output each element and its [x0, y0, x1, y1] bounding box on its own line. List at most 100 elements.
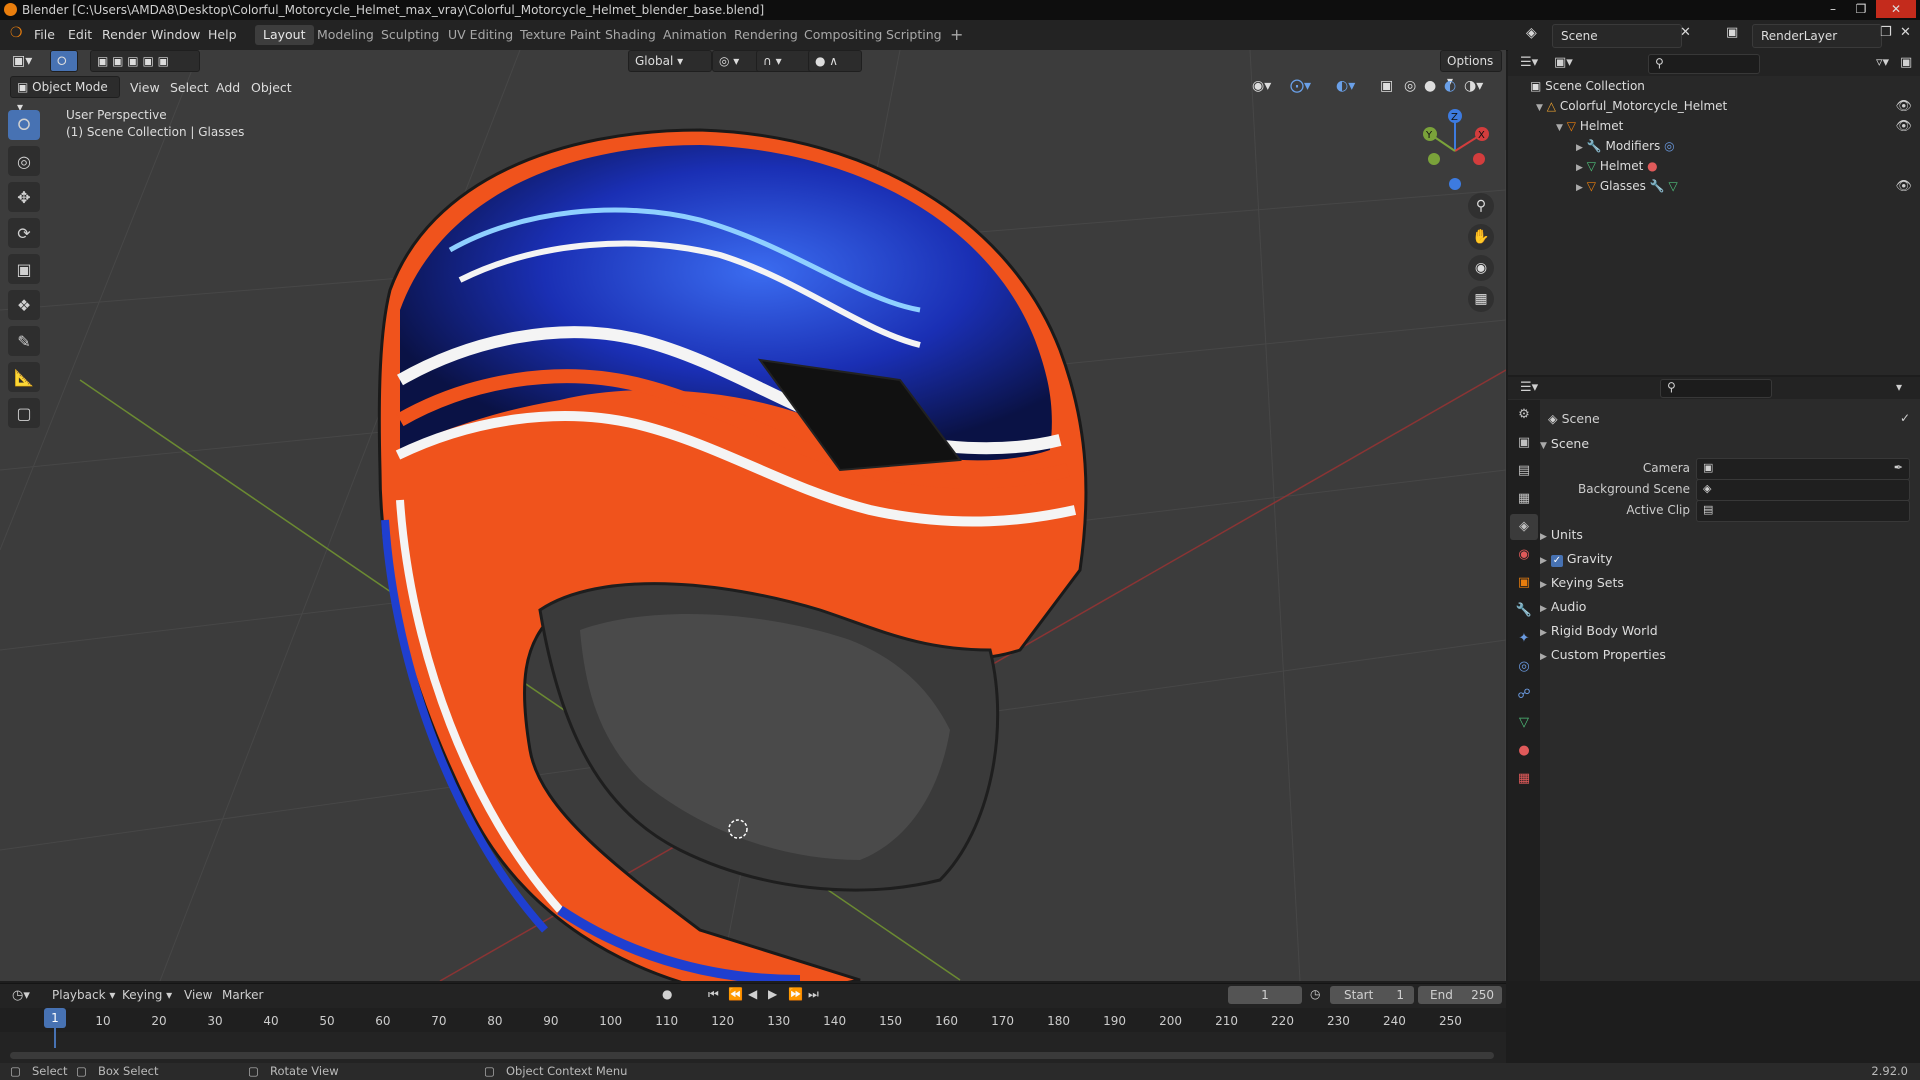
shading-wireframe-icon[interactable]: ◎	[1404, 78, 1416, 94]
blender-menu-icon[interactable]: ❍	[10, 25, 23, 41]
visibility-eye-icon[interactable]: 👁	[1895, 179, 1912, 194]
viewport-menu-select[interactable]: Select	[170, 80, 209, 95]
timeline-menu-marker[interactable]: Marker	[222, 988, 263, 1002]
object-tab-icon[interactable]: ▣	[1510, 570, 1538, 596]
timeline-editor-type-icon[interactable]: ◷▾	[12, 988, 30, 1003]
outliner-item-glasses[interactable]: ▶ ▽ Glasses 🔧 ▽	[1576, 179, 1678, 193]
object-data-tab-icon[interactable]: ▽	[1510, 710, 1538, 736]
output-properties-tab-icon[interactable]: ▤	[1510, 458, 1538, 484]
shading-rendered-icon[interactable]: ◑▾	[1464, 78, 1483, 94]
properties-editor-type-icon[interactable]: ☰▾	[1520, 380, 1538, 395]
pin-icon[interactable]: ✓	[1900, 411, 1910, 425]
start-frame-field[interactable]: Start 1	[1330, 986, 1414, 1004]
viewport-menu-object[interactable]: Object	[251, 80, 292, 95]
outliner-editor-type-icon[interactable]: ☰▾	[1520, 55, 1538, 70]
menu-render[interactable]: Render	[102, 27, 147, 42]
transform-tool-icon[interactable]: ❖	[8, 290, 40, 320]
modifier-tab-icon[interactable]: 🔧	[1510, 598, 1538, 624]
editor-type-icon[interactable]: ▣▾	[12, 53, 32, 69]
panel-units[interactable]: ▶ Units	[1540, 527, 1583, 542]
visibility-eye-icon[interactable]: 👁	[1895, 99, 1912, 114]
scale-tool-icon[interactable]: ▣	[8, 254, 40, 284]
rotate-tool-icon[interactable]: ⟳	[8, 218, 40, 248]
playhead[interactable]: 1	[44, 1008, 66, 1028]
shading-solid-icon[interactable]: ●	[1424, 78, 1436, 94]
tab-animation[interactable]: Animation	[655, 25, 735, 45]
selection-mode-buttons[interactable]: ▣ ▣ ▣ ▣ ▣	[90, 50, 200, 72]
timeline-scrollbar[interactable]	[10, 1052, 1494, 1059]
proportional-edit-button[interactable]: ● ∧	[808, 50, 862, 72]
perspective-toggle-icon[interactable]: ▦	[1468, 286, 1494, 312]
menu-window[interactable]: Window	[151, 27, 200, 42]
scene-close-icon[interactable]: ✕	[1680, 25, 1691, 40]
add-workspace-button[interactable]: +	[942, 25, 971, 45]
panel-keying-sets[interactable]: ▶ Keying Sets	[1540, 575, 1624, 590]
navigation-gizmo[interactable]: Z X Y	[1410, 106, 1500, 196]
minimize-button[interactable]: –	[1820, 0, 1846, 18]
record-button-icon[interactable]: ●	[662, 987, 672, 1001]
options-dropdown[interactable]: Options ▾	[1440, 50, 1502, 88]
menu-file[interactable]: File	[34, 27, 55, 42]
gravity-checkbox[interactable]: ✓	[1550, 555, 1563, 567]
physics-tab-icon[interactable]: ◎	[1510, 654, 1538, 680]
panel-scene-header[interactable]: ▼ Scene	[1540, 436, 1589, 451]
move-tool-icon[interactable]: ✥	[8, 182, 40, 212]
properties-options-icon[interactable]: ▾	[1896, 380, 1902, 394]
annotate-tool-icon[interactable]: ✎	[8, 326, 40, 356]
tab-compositing[interactable]: Compositing	[796, 25, 890, 45]
gizmo-toggle-icon[interactable]: ⨀▾	[1290, 78, 1311, 94]
tab-shading[interactable]: Shading	[597, 25, 664, 45]
new-collection-icon[interactable]: ▣	[1900, 55, 1912, 70]
visibility-eye-icon[interactable]: 👁	[1895, 119, 1912, 134]
camera-field[interactable]: ▣ ✒	[1696, 458, 1910, 480]
panel-rigid-body-world[interactable]: ▶ Rigid Body World	[1540, 623, 1658, 638]
view-layer-copy-icon[interactable]: ❐	[1880, 25, 1892, 40]
overlay-toggle-icon[interactable]: ◐▾	[1336, 78, 1355, 94]
3d-viewport[interactable]: ▣▾ ⭘ ▣ ▣ ▣ ▣ ▣ Global ▾ ◎ ▾ ∩ ▾ ● ∧ Opti…	[0, 50, 1506, 981]
measure-tool-icon[interactable]: 📐	[8, 362, 40, 392]
jump-keyframe-forward-icon[interactable]: ⏩	[788, 987, 803, 1001]
menu-edit[interactable]: Edit	[68, 27, 92, 42]
cursor-tool-icon[interactable]: ◎	[8, 146, 40, 176]
play-reverse-icon[interactable]: ◀	[748, 987, 757, 1001]
tab-scripting[interactable]: Scripting	[878, 25, 950, 45]
view-layer-selector[interactable]: RenderLayer	[1752, 24, 1882, 48]
render-properties-tab-icon[interactable]: ▣	[1510, 430, 1538, 456]
scene-tab-icon[interactable]: ◈	[1510, 514, 1538, 540]
viewport-menu-add[interactable]: Add	[216, 80, 240, 95]
menu-help[interactable]: Help	[208, 27, 237, 42]
jump-keyframe-back-icon[interactable]: ⏪	[728, 987, 743, 1001]
tab-rendering[interactable]: Rendering	[726, 25, 806, 45]
outliner-search-input[interactable]: ⚲	[1648, 54, 1760, 74]
view-layer-tab-icon[interactable]: ▦	[1510, 486, 1538, 512]
outliner-item-helmet-object[interactable]: ▼ ▽ Helmet	[1556, 119, 1623, 133]
current-frame-field[interactable]: 1	[1228, 986, 1302, 1004]
xray-toggle-icon[interactable]: ▣	[1380, 78, 1393, 94]
pan-hand-icon[interactable]: ✋	[1468, 224, 1494, 250]
tab-uv-editing[interactable]: UV Editing	[440, 25, 521, 45]
snap-dropdown[interactable]: ∩ ▾	[756, 50, 816, 72]
timeline-menu-view[interactable]: View	[184, 988, 212, 1002]
maximize-button[interactable]: ❐	[1848, 0, 1874, 18]
helmet-model[interactable]	[377, 128, 1088, 981]
tab-modeling[interactable]: Modeling	[309, 25, 382, 45]
transform-orientation-dropdown[interactable]: Global ▾	[628, 50, 712, 72]
timeline-menu-keying[interactable]: Keying ▾	[122, 988, 172, 1002]
scene-selector[interactable]: Scene	[1552, 24, 1682, 48]
view-layer-close-icon[interactable]: ✕	[1900, 25, 1911, 40]
select-box-tool-icon[interactable]: ⭘	[8, 110, 40, 140]
constraints-tab-icon[interactable]: ☍	[1510, 682, 1538, 708]
outliner-display-mode-icon[interactable]: ▣▾	[1554, 55, 1573, 70]
add-cube-tool-icon[interactable]: ▢	[8, 398, 40, 428]
shading-material-icon[interactable]: ◐	[1444, 78, 1456, 94]
zoom-icon[interactable]: ⚲	[1468, 193, 1494, 219]
play-icon[interactable]: ▶	[768, 987, 777, 1001]
panel-gravity[interactable]: ▶ ✓ Gravity	[1540, 551, 1613, 567]
panel-custom-properties[interactable]: ▶ Custom Properties	[1540, 647, 1666, 662]
outliner-root[interactable]: ▣ Scene Collection	[1530, 79, 1645, 93]
texture-tab-icon[interactable]: ▦	[1510, 766, 1538, 792]
close-button[interactable]: ✕	[1876, 0, 1916, 18]
tab-layout[interactable]: Layout	[255, 25, 314, 45]
select-tool-icon[interactable]: ⭘	[50, 50, 78, 72]
world-tab-icon[interactable]: ◉	[1510, 542, 1538, 568]
